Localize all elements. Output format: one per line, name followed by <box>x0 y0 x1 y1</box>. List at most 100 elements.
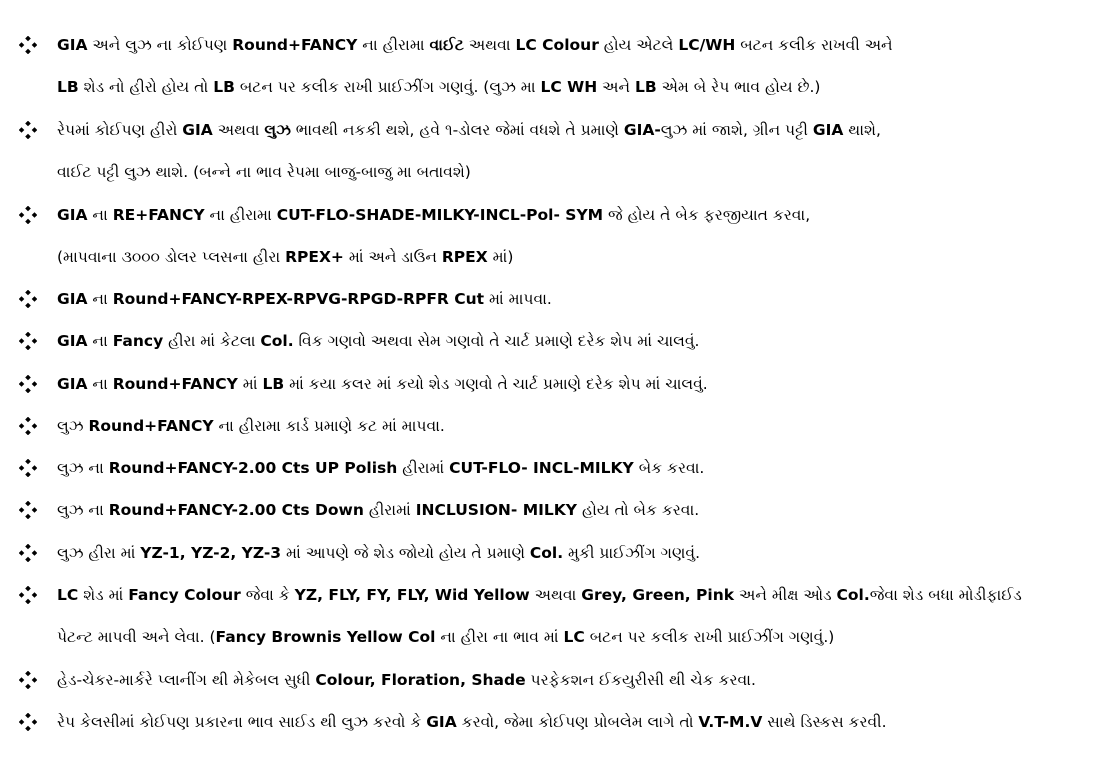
bullet-diamond-icon <box>19 332 37 350</box>
bullet-diamond-icon <box>19 671 37 689</box>
text-run: રેપમાં કોઈપણ હીરો <box>57 121 183 139</box>
bold-text-run: Fancy <box>112 332 164 350</box>
bold-text-run: લુઝ <box>264 121 291 139</box>
bullet-diamond-icon <box>19 417 37 435</box>
text-run: બટન પર કલીક રાખી પ્રાઈઝીંગ ગણવું.) <box>584 628 835 646</box>
bullet-diamond-icon <box>19 544 37 562</box>
text-run: શેડ માં <box>78 586 129 604</box>
text-run: ના હીરામા <box>357 36 430 54</box>
bold-text-run: Round+FANCY-2.00 Cts UP Polish <box>108 459 398 477</box>
bold-text-run: Fancy Brownis Yellow Col <box>215 628 436 646</box>
bold-text-run: Round+FANCY-RPEX-RPVG-RPGD-RPFR Cut <box>112 290 485 308</box>
bold-text-run: LB <box>213 78 235 96</box>
document-page: GIA અને લુઝ ના કોઈપણ Round+FANCY ના હીરા… <box>0 0 1106 764</box>
bold-text-run: YZ-1, YZ-2, YZ-3 <box>140 544 282 562</box>
text-run: હેડ-ચેકર-માર્કરે પ્લાનીંગ થી મેકેબલ સુધી <box>57 671 316 689</box>
bullet-item-line: વાઈટ પટ્ટી લુઝ થાશે. (બન્ને ના ભાવ રેપમા… <box>57 157 471 187</box>
bullet-item-line: લુઝ Round+FANCY ના હીરામા કાર્ડ પ્રમાણે … <box>57 411 445 441</box>
bullet-diamond-icon <box>19 375 37 393</box>
bullet-item-line: GIA ના Round+FANCY માં LB માં કયા કલર મા… <box>57 369 708 399</box>
bold-text-run: Col. <box>529 544 564 562</box>
bullet-diamond-icon <box>19 206 37 224</box>
bullet-item-line: હેડ-ચેકર-માર્કરે પ્લાનીંગ થી મેકેબલ સુધી… <box>57 665 756 695</box>
text-run: માં અને ડાઉન <box>343 248 442 266</box>
bold-text-run: GIA <box>57 332 88 350</box>
bold-text-run: Fancy Colour <box>128 586 241 604</box>
bullet-diamond-icon <box>19 459 37 477</box>
text-run: અને મીક્ષ ઓડ <box>734 586 837 604</box>
text-run: મુકી પ્રાઈઝીંગ ગણવું. <box>563 544 700 562</box>
text-run: ના <box>87 290 113 308</box>
text-run: કરવો, જેમા કોઈપણ પ્રોબલેમ લાગે તો <box>456 713 699 731</box>
text-run: પરફેકશન ઈકયુરીસી થી ચેક કરવા. <box>525 671 756 689</box>
text-run: લુઝ <box>57 417 89 435</box>
text-run: અને <box>597 78 635 96</box>
text-run: ભાવથી નકકી થશે, હવે ૧-ડોલર જેમાં વધશે તે… <box>290 121 624 139</box>
text-run: અથવા <box>212 121 265 139</box>
text-run: માં આપણે જે શેડ જોયો હોય તે પ્રમાણે <box>281 544 530 562</box>
bold-text-run: LB <box>262 375 285 393</box>
text-run: લુઝ હીરા માં <box>57 544 141 562</box>
bullet-item-line: GIA ના RE+FANCY ના હીરામા CUT-FLO-SHADE-… <box>57 200 810 230</box>
text-run: લુઝ ના <box>57 501 109 519</box>
text-run: ના હીરામા કાર્ડ પ્રમાણે કટ માં માપવા. <box>213 417 445 435</box>
bold-text-run: GIA <box>57 36 88 54</box>
text-run: હીરામાં <box>397 459 450 477</box>
bullet-item-line: પેટન્ટ માપવી અને લેવા. (Fancy Brownis Ye… <box>57 622 834 652</box>
text-run: લુઝ માં જાશે, ગ્રીન પટ્ટી <box>660 121 813 139</box>
text-run: માં માપવા. <box>484 290 552 308</box>
bullet-item-line: LC શેડ માં Fancy Colour જેવા કે YZ, FLY,… <box>57 580 1022 610</box>
bullet-diamond-icon <box>19 501 37 519</box>
text-run: હીરા માં કેટલા <box>163 332 261 350</box>
bold-text-run: LC/WH <box>678 36 736 54</box>
text-run: વાઈટ પટ્ટી લુઝ થાશે. (બન્ને ના ભાવ રેપમા… <box>57 163 471 181</box>
bullet-item-line: GIA ના Round+FANCY-RPEX-RPVG-RPGD-RPFR C… <box>57 284 552 314</box>
bold-text-run: Col. <box>836 586 870 604</box>
bold-text-run: Round+FANCY <box>88 417 214 435</box>
text-run: ના <box>87 206 113 224</box>
text-run: માં) <box>487 248 514 266</box>
bold-text-run: RPEX <box>441 248 488 266</box>
bold-text-run: RPEX+ <box>285 248 344 266</box>
bold-text-run: V.T-M.V <box>698 713 763 731</box>
text-run: લુઝ ના <box>57 459 109 477</box>
bold-text-run: GIA <box>182 121 213 139</box>
bullet-item-line: GIA અને લુઝ ના કોઈપણ Round+FANCY ના હીરા… <box>57 30 893 60</box>
text-run: પેટન્ટ માપવી અને લેવા. ( <box>57 628 216 646</box>
bold-text-run: Col. <box>260 332 294 350</box>
bold-text-run: CUT-FLO-SHADE-MILKY-INCL-Pol- SYM <box>276 206 604 224</box>
text-run: હોય તો બેક કરવા. <box>577 501 700 519</box>
text-run: અથવા <box>529 586 582 604</box>
bullet-diamond-icon <box>19 713 37 731</box>
text-run: હોય એટલે <box>598 36 679 54</box>
text-run: થાશે, <box>843 121 881 139</box>
text-run: બેક કરવા. <box>633 459 705 477</box>
text-run: માં <box>237 375 263 393</box>
bold-text-run: CUT-FLO- INCL-MILKY <box>449 459 634 477</box>
bold-text-run: INCLUSION- MILKY <box>415 501 578 519</box>
text-run: જે હોય તે બેક ફરજીયાત કરવા, <box>603 206 811 224</box>
bold-text-run: Round+FANCY <box>112 375 238 393</box>
text-run: માં કયા કલર માં કયો શેડ ગણવો તે ચાર્ટ પ્… <box>284 375 708 393</box>
bullet-item-line: રેપ કેલસીમાં કોઈપણ પ્રકારના ભાવ સાઈડ થી … <box>57 707 887 737</box>
bullet-diamond-icon <box>19 290 37 308</box>
text-run: જેવા શેડ બધા મોડીફાઈડ <box>869 586 1022 604</box>
bullet-item-line: લુઝ ના Round+FANCY-2.00 Cts UP Polish હી… <box>57 453 704 483</box>
text-run: ના <box>87 375 113 393</box>
bold-text-run: GIA <box>57 290 88 308</box>
bold-text-run: Colour, Floration, Shade <box>315 671 526 689</box>
text-run: ના <box>87 332 113 350</box>
bold-text-run: LB <box>57 78 79 96</box>
text-run: બટન પર કલીક રાખી પ્રાઈઝીંગ ગણવું. (લુઝ મ… <box>234 78 541 96</box>
bold-text-run: Round+FANCY-2.00 Cts Down <box>108 501 364 519</box>
bullet-item-line: રેપમાં કોઈપણ હીરો GIA અથવા લુઝ ભાવથી નકક… <box>57 115 881 145</box>
text-run: શેડ નો હીરો હોય તો <box>78 78 214 96</box>
bullet-diamond-icon <box>19 36 37 54</box>
text-run: એમ બે રેપ ભાવ હોય છે.) <box>656 78 821 96</box>
bold-text-run: RE+FANCY <box>112 206 205 224</box>
bold-text-run: LC WH <box>540 78 598 96</box>
text-run: બટન કલીક રાખવી અને <box>735 36 893 54</box>
bullet-item-line: GIA ના Fancy હીરા માં કેટલા Col. વિક ગણવ… <box>57 326 699 356</box>
bold-text-run: GIA <box>57 206 88 224</box>
bold-text-run: વાઈટ <box>429 36 464 54</box>
